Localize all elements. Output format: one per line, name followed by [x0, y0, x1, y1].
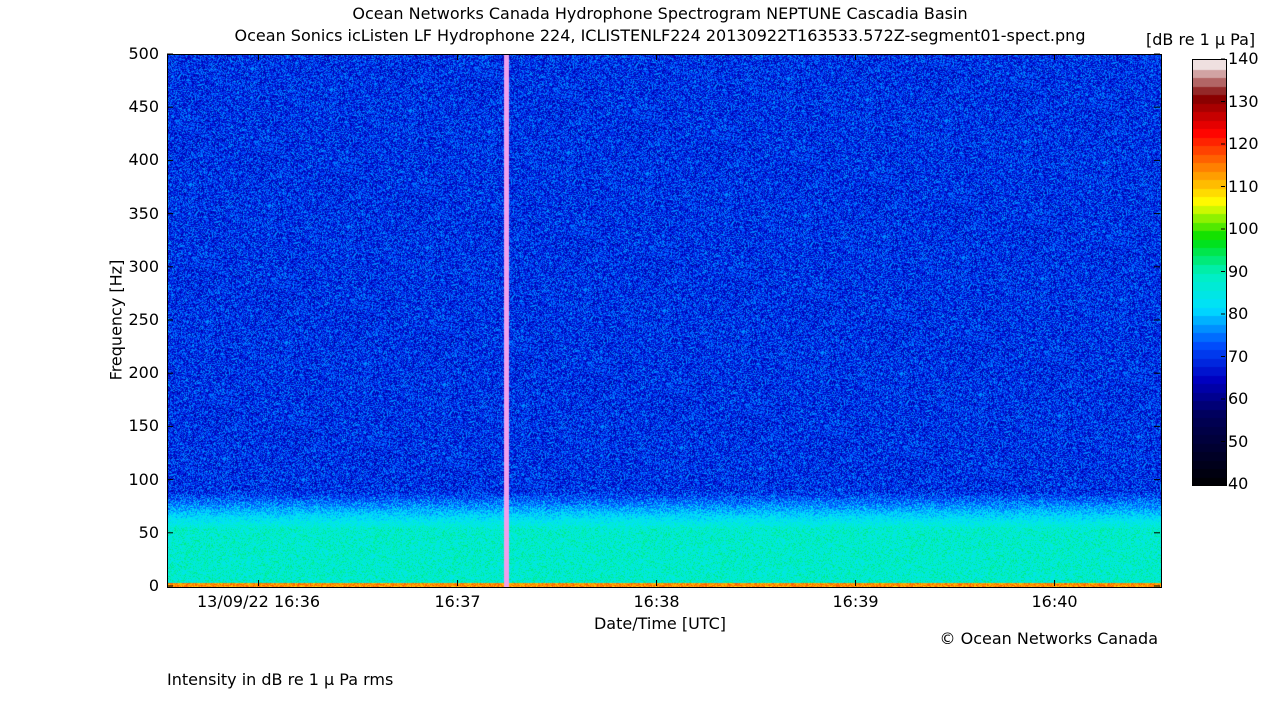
x-tick-label: 16:40	[1031, 592, 1078, 611]
y-tick-label: 50	[138, 522, 159, 542]
colorbar-tick-label: 80	[1228, 304, 1249, 323]
intensity-footnote: Intensity in dB re 1 μ Pa rms	[167, 670, 394, 689]
colorbar-tick-label: 60	[1228, 389, 1249, 408]
x-axis-label: Date/Time [UTC]	[593, 614, 727, 633]
colorbar-tick-label: 90	[1228, 261, 1249, 281]
x-tick-label: 16:37	[434, 592, 481, 611]
copyright-notice: © Ocean Networks Canada	[939, 629, 1158, 648]
colorbar-tick-label: 50	[1228, 431, 1249, 451]
y-tick-label: 250	[128, 310, 159, 329]
colorbar-tick-label: 100	[1228, 219, 1259, 238]
y-tick-label: 100	[128, 469, 159, 489]
colorbar-tick-label: 140	[1228, 49, 1259, 68]
colorbar	[1192, 59, 1227, 486]
colorbar-tick-label: 40	[1228, 474, 1249, 493]
y-tick-label: 350	[128, 203, 159, 223]
y-tick-label: 300	[128, 256, 159, 276]
x-tick-label: 16:39	[832, 592, 879, 611]
spectrogram-plot	[167, 54, 1162, 588]
chart-title: Ocean Networks Canada Hydrophone Spectro…	[352, 4, 968, 23]
y-tick-label: 150	[128, 416, 159, 436]
y-tick-label: 500	[128, 44, 159, 63]
x-tick-label: 16:38	[633, 592, 680, 611]
x-tick-label: 13/09/22 16:36	[197, 592, 321, 611]
colorbar-tick-label: 70	[1228, 346, 1249, 366]
y-tick-label: 400	[128, 150, 159, 170]
colorbar-title: [dB re 1 μ Pa]	[1146, 30, 1256, 49]
chart-subtitle: Ocean Sonics icListen LF Hydrophone 224,…	[234, 26, 1086, 45]
colorbar-tick-label: 110	[1228, 176, 1259, 196]
colorbar-tick-label: 130	[1228, 91, 1259, 111]
y-tick-label: 0	[148, 576, 159, 595]
colorbar-tick-label: 120	[1228, 134, 1259, 153]
y-tick-label: 200	[128, 363, 159, 383]
y-tick-label: 450	[128, 97, 159, 117]
